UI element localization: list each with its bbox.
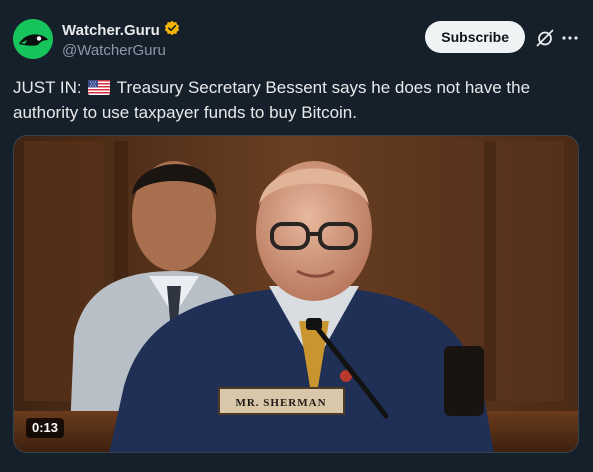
subscribe-button[interactable]: Subscribe — [425, 21, 525, 53]
display-name[interactable]: Watcher.Guru — [62, 22, 160, 39]
us-flag-icon — [88, 78, 111, 101]
account-handle[interactable]: @WatcherGuru — [62, 42, 180, 59]
account-names: Watcher.Guru @WatcherGuru — [62, 20, 180, 59]
nameplate-label: MR. SHERMAN — [235, 397, 326, 409]
post-text: JUST IN: Treasury Secretary Bessent says… — [13, 76, 573, 124]
display-name-row: Watcher.Guru — [62, 20, 180, 40]
post-card[interactable]: Watcher.Guru @WatcherGuru Subscribe JUST… — [0, 0, 593, 472]
verified-badge-icon — [164, 20, 180, 41]
grok-icon[interactable] — [535, 28, 555, 48]
watcher-logo-icon — [13, 19, 53, 59]
avatar[interactable] — [13, 19, 53, 59]
video-timestamp: 0:13 — [26, 418, 65, 438]
post-text-prefix: JUST IN: — [13, 78, 82, 97]
video-frame: MR. SHERMAN — [14, 136, 578, 452]
more-icon[interactable] — [561, 28, 579, 48]
post-header: Watcher.Guru @WatcherGuru Subscribe — [13, 19, 579, 61]
video-player[interactable]: MR. SHERMAN 0:13 — [13, 135, 579, 453]
